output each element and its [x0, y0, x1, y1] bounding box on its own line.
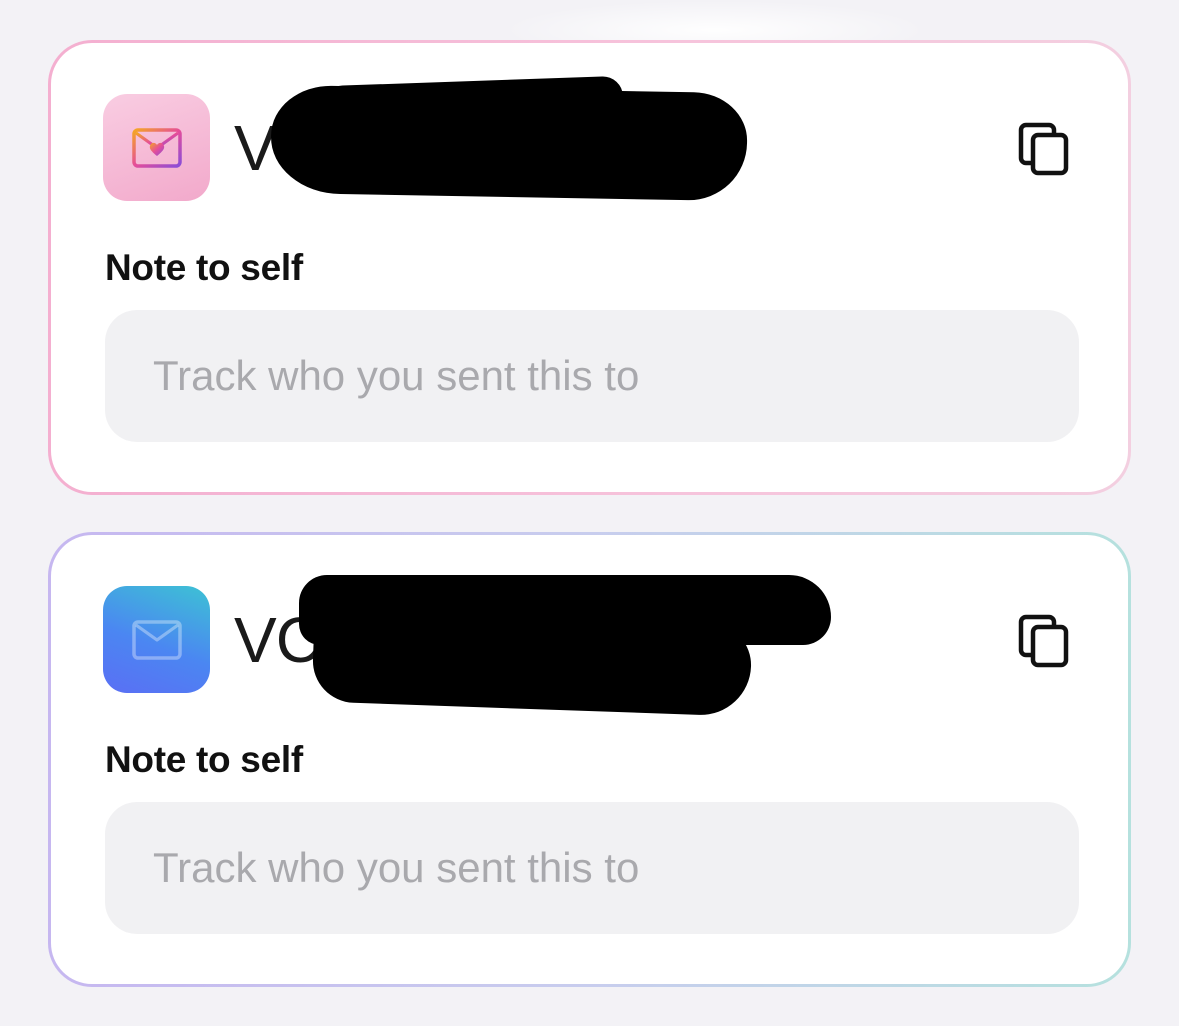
email-alias-card: V Note to self — [48, 40, 1131, 495]
note-label: Note to self — [105, 247, 303, 288]
note-input[interactable] — [105, 310, 1079, 442]
envelope-icon — [103, 586, 210, 693]
redaction-mark — [270, 84, 748, 202]
note-label: Note to self — [105, 739, 303, 780]
copy-icon[interactable] — [1018, 122, 1072, 176]
email-alias-card: VC Note to self — [48, 532, 1131, 987]
email-alias-card-body: V Note to self — [51, 43, 1128, 492]
note-input[interactable] — [105, 802, 1079, 934]
email-address: V — [234, 112, 277, 184]
envelope-heart-icon — [103, 94, 210, 201]
email-alias-card-body: VC Note to self — [51, 535, 1128, 984]
copy-icon[interactable] — [1018, 614, 1072, 668]
redaction-mark — [311, 609, 753, 717]
